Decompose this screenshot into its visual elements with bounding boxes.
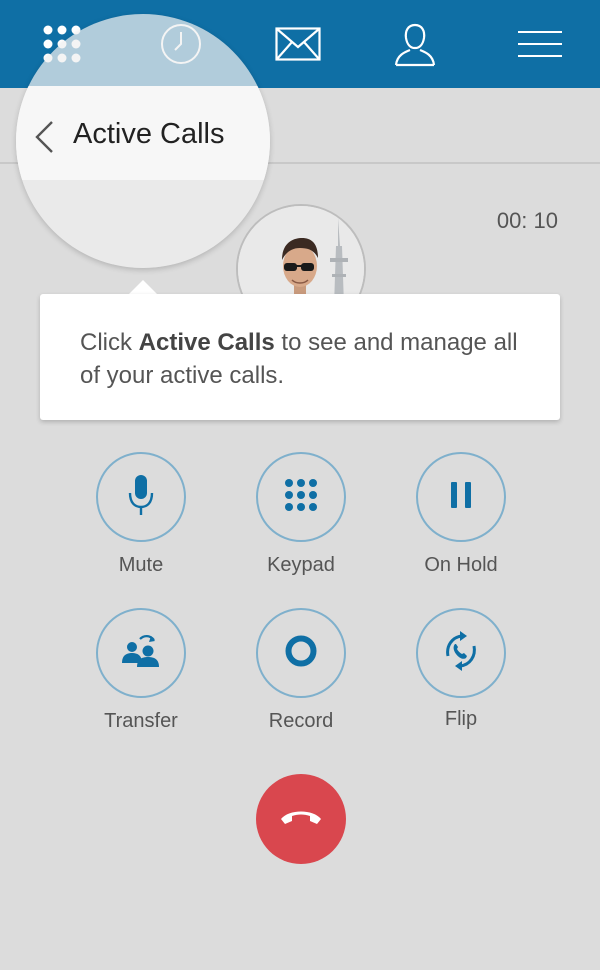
- record-action: Record: [231, 608, 371, 733]
- call-timer: 00: 10: [496, 208, 558, 233]
- pause-icon: [448, 480, 474, 515]
- mute-button[interactable]: [96, 452, 186, 542]
- record-label: Record: [268, 710, 334, 732]
- transfer-button[interactable]: [96, 608, 186, 698]
- tooltip-text: Click Active Calls to see and manage all…: [80, 326, 520, 392]
- transfer-action: Transfer: [71, 608, 211, 733]
- mute-label: Mute: [118, 554, 164, 576]
- keypad-label: Keypad: [267, 554, 335, 576]
- keypad-button[interactable]: [256, 452, 346, 542]
- record-icon: [284, 634, 318, 673]
- transfer-icon: [120, 633, 162, 674]
- end-call-button[interactable]: [256, 774, 346, 864]
- chevron-left-icon[interactable]: [34, 120, 54, 159]
- mute-action: Mute: [71, 452, 211, 577]
- keypad-action: Keypad: [231, 452, 371, 577]
- microphone-icon: [126, 473, 156, 522]
- menu-icon[interactable]: [512, 14, 568, 74]
- tooltip-prefix: Click: [80, 329, 139, 356]
- hold-action: On Hold: [391, 452, 531, 577]
- spotlight-highlight: Active Calls: [16, 14, 270, 268]
- envelope-icon[interactable]: [270, 14, 326, 74]
- transfer-label: Transfer: [104, 710, 178, 732]
- tooltip-highlight: Active Calls: [138, 329, 275, 356]
- flip-button[interactable]: [416, 608, 506, 698]
- hang-up-icon: [279, 807, 323, 832]
- coach-mark-tooltip: Click Active Calls to see and manage all…: [40, 294, 560, 420]
- record-button[interactable]: [256, 608, 346, 698]
- flip-icon: [440, 630, 482, 677]
- flip-action: Flip: [391, 608, 531, 731]
- hold-label: On Hold: [424, 554, 498, 576]
- contact-icon[interactable]: [387, 14, 443, 74]
- page-title[interactable]: Active Calls: [73, 118, 225, 151]
- hold-button[interactable]: [416, 452, 506, 542]
- keypad-icon: [283, 477, 319, 518]
- tooltip-arrow: [128, 280, 158, 295]
- flip-label: Flip: [444, 708, 478, 730]
